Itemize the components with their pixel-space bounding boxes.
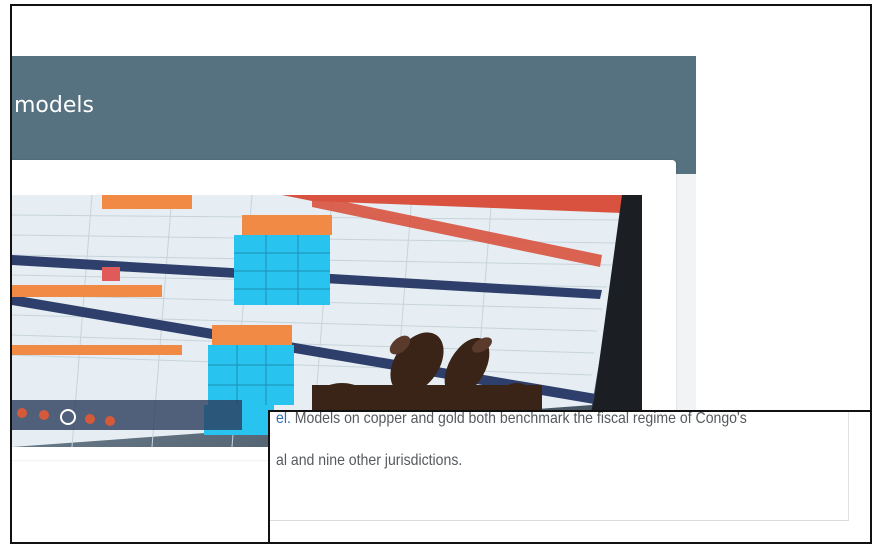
top-strip [12, 6, 696, 56]
caption-line-2: al and nine other jurisdictions. [276, 452, 463, 469]
caption-text-1: Models on copper and gold both benchmark… [290, 410, 747, 427]
overlay-border-top [268, 410, 870, 412]
screenshot-frame: models el. Models on copper and gold bot… [10, 4, 872, 544]
caption-line-1: el. Models on copper and gold both bench… [276, 410, 747, 428]
page-header: models [12, 56, 696, 174]
page-title: models [14, 93, 94, 118]
caption-box: el. Models on copper and gold both bench… [268, 410, 849, 521]
overlay-border-left [268, 410, 270, 542]
model-link[interactable]: el. [276, 410, 291, 427]
